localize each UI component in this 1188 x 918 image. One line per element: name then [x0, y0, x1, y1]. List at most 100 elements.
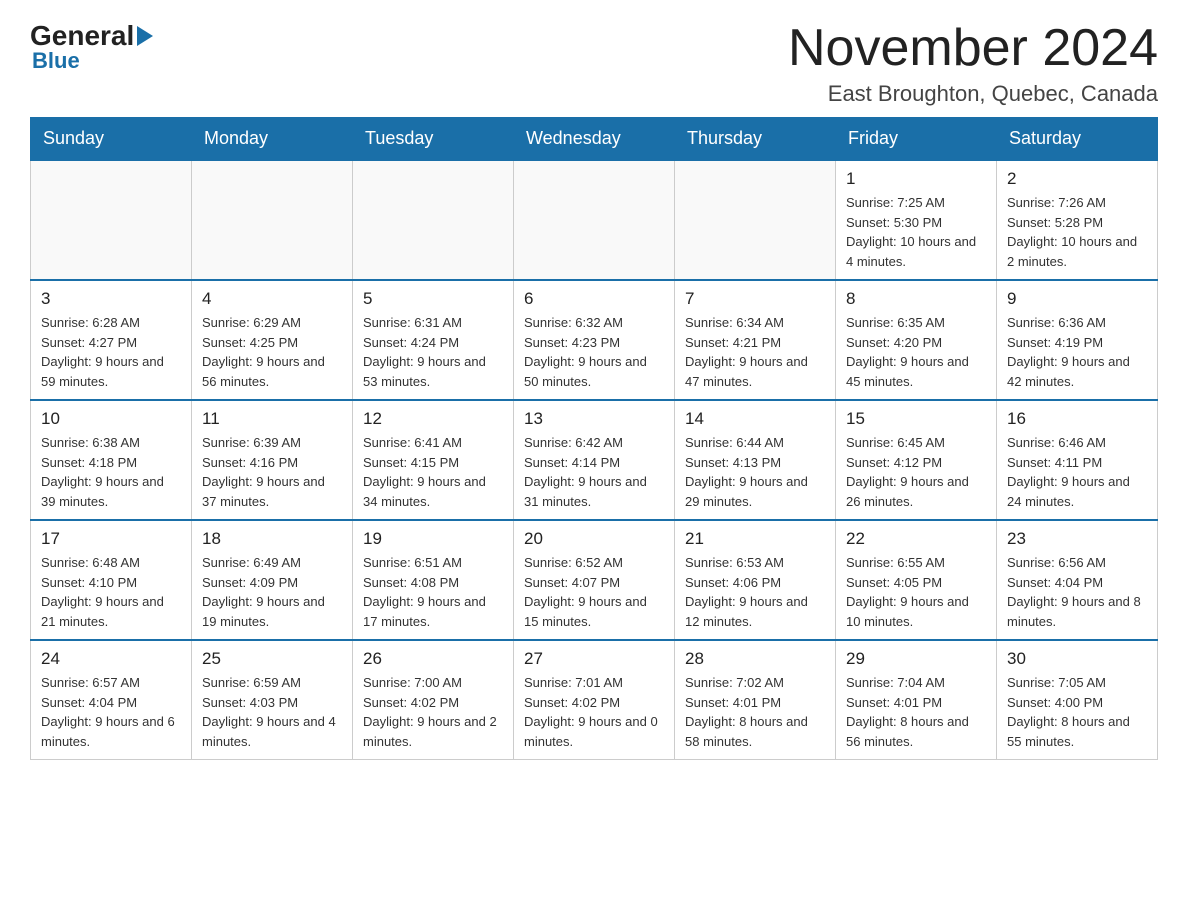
- week-row-4: 17 Sunrise: 6:48 AM Sunset: 4:10 PM Dayli…: [31, 520, 1158, 640]
- day-number: 15: [846, 409, 986, 429]
- calendar-cell: 11Sunrise: 6:39 AM Sunset: 4:16 PM Dayli…: [192, 400, 353, 520]
- calendar-cell: 2 Sunrise: 7:26 AM Sunset: 5:28 PM Daylig…: [997, 160, 1158, 280]
- day-number: 13: [524, 409, 664, 429]
- day-info: Sunrise: 6:38 AM Sunset: 4:18 PM Dayligh…: [41, 433, 181, 511]
- day-info: Sunrise: 7:26 AM Sunset: 5:28 PM Dayligh…: [1007, 193, 1147, 271]
- month-title: November 2024: [788, 20, 1158, 77]
- day-number: 20: [524, 529, 664, 549]
- day-number: 6: [524, 289, 664, 309]
- calendar-cell: [514, 160, 675, 280]
- day-info: Sunrise: 6:36 AM Sunset: 4:19 PM Dayligh…: [1007, 313, 1147, 391]
- day-info: Sunrise: 6:56 AM Sunset: 4:04 PM Dayligh…: [1007, 553, 1147, 631]
- location: East Broughton, Quebec, Canada: [788, 81, 1158, 107]
- day-info: Sunrise: 7:01 AM Sunset: 4:02 PM Dayligh…: [524, 673, 664, 751]
- calendar-cell: 27 Sunrise: 7:01 AM Sunset: 4:02 PM Dayli…: [514, 640, 675, 760]
- day-info: Sunrise: 6:31 AM Sunset: 4:24 PM Dayligh…: [363, 313, 503, 391]
- day-number: 12: [363, 409, 503, 429]
- calendar-cell: 20 Sunrise: 6:52 AM Sunset: 4:07 PM Dayli…: [514, 520, 675, 640]
- calendar-cell: [353, 160, 514, 280]
- day-number: 29: [846, 649, 986, 669]
- day-info: Sunrise: 6:48 AM Sunset: 4:10 PM Dayligh…: [41, 553, 181, 631]
- week-row-5: 24 Sunrise: 6:57 AM Sunset: 4:04 PM Dayli…: [31, 640, 1158, 760]
- day-number: 8: [846, 289, 986, 309]
- calendar-cell: 8 Sunrise: 6:35 AM Sunset: 4:20 PM Daylig…: [836, 280, 997, 400]
- calendar-cell: 13 Sunrise: 6:42 AM Sunset: 4:14 PM Dayli…: [514, 400, 675, 520]
- day-info: Sunrise: 6:34 AM Sunset: 4:21 PM Dayligh…: [685, 313, 825, 391]
- day-number: 7: [685, 289, 825, 309]
- calendar-cell: 3 Sunrise: 6:28 AM Sunset: 4:27 PM Daylig…: [31, 280, 192, 400]
- calendar-cell: 23 Sunrise: 6:56 AM Sunset: 4:04 PM Dayli…: [997, 520, 1158, 640]
- day-info: Sunrise: 6:55 AM Sunset: 4:05 PM Dayligh…: [846, 553, 986, 631]
- day-info: Sunrise: 7:02 AM Sunset: 4:01 PM Dayligh…: [685, 673, 825, 751]
- day-info: Sunrise: 6:28 AM Sunset: 4:27 PM Dayligh…: [41, 313, 181, 391]
- day-number: 2: [1007, 169, 1147, 189]
- day-info: Sunrise: 6:45 AM Sunset: 4:12 PM Dayligh…: [846, 433, 986, 511]
- calendar-cell: 18 Sunrise: 6:49 AM Sunset: 4:09 PM Dayli…: [192, 520, 353, 640]
- calendar-cell: 24 Sunrise: 6:57 AM Sunset: 4:04 PM Dayli…: [31, 640, 192, 760]
- calendar-cell: 26Sunrise: 7:00 AM Sunset: 4:02 PM Dayli…: [353, 640, 514, 760]
- day-info: Sunrise: 6:51 AM Sunset: 4:08 PM Dayligh…: [363, 553, 503, 631]
- day-number: 9: [1007, 289, 1147, 309]
- calendar-cell: 30 Sunrise: 7:05 AM Sunset: 4:00 PM Dayli…: [997, 640, 1158, 760]
- day-number: 14: [685, 409, 825, 429]
- day-number: 24: [41, 649, 181, 669]
- calendar-cell: 4Sunrise: 6:29 AM Sunset: 4:25 PM Daylig…: [192, 280, 353, 400]
- calendar-cell: 6 Sunrise: 6:32 AM Sunset: 4:23 PM Daylig…: [514, 280, 675, 400]
- calendar-table: SundayMondayTuesdayWednesdayThursdayFrid…: [30, 117, 1158, 760]
- day-info: Sunrise: 7:05 AM Sunset: 4:00 PM Dayligh…: [1007, 673, 1147, 751]
- calendar-cell: [31, 160, 192, 280]
- day-number: 18: [202, 529, 342, 549]
- day-info: Sunrise: 6:42 AM Sunset: 4:14 PM Dayligh…: [524, 433, 664, 511]
- week-row-1: 1Sunrise: 7:25 AM Sunset: 5:30 PM Daylig…: [31, 160, 1158, 280]
- calendar-cell: 22 Sunrise: 6:55 AM Sunset: 4:05 PM Dayli…: [836, 520, 997, 640]
- day-number: 23: [1007, 529, 1147, 549]
- calendar-cell: 1Sunrise: 7:25 AM Sunset: 5:30 PM Daylig…: [836, 160, 997, 280]
- day-number: 17: [41, 529, 181, 549]
- calendar-cell: 9 Sunrise: 6:36 AM Sunset: 4:19 PM Daylig…: [997, 280, 1158, 400]
- day-number: 25: [202, 649, 342, 669]
- calendar-cell: 25 Sunrise: 6:59 AM Sunset: 4:03 PM Dayli…: [192, 640, 353, 760]
- day-number: 19: [363, 529, 503, 549]
- calendar-header-row: SundayMondayTuesdayWednesdayThursdayFrid…: [31, 118, 1158, 161]
- day-info: Sunrise: 6:53 AM Sunset: 4:06 PM Dayligh…: [685, 553, 825, 631]
- column-header-monday: Monday: [192, 118, 353, 161]
- day-number: 27: [524, 649, 664, 669]
- calendar-cell: 7 Sunrise: 6:34 AM Sunset: 4:21 PM Daylig…: [675, 280, 836, 400]
- column-header-wednesday: Wednesday: [514, 118, 675, 161]
- column-header-sunday: Sunday: [31, 118, 192, 161]
- day-info: Sunrise: 6:39 AM Sunset: 4:16 PM Dayligh…: [202, 433, 342, 511]
- day-number: 22: [846, 529, 986, 549]
- calendar-cell: 10Sunrise: 6:38 AM Sunset: 4:18 PM Dayli…: [31, 400, 192, 520]
- day-info: Sunrise: 6:49 AM Sunset: 4:09 PM Dayligh…: [202, 553, 342, 631]
- day-info: Sunrise: 6:35 AM Sunset: 4:20 PM Dayligh…: [846, 313, 986, 391]
- calendar-cell: 5 Sunrise: 6:31 AM Sunset: 4:24 PM Daylig…: [353, 280, 514, 400]
- day-info: Sunrise: 6:32 AM Sunset: 4:23 PM Dayligh…: [524, 313, 664, 391]
- week-row-2: 3 Sunrise: 6:28 AM Sunset: 4:27 PM Daylig…: [31, 280, 1158, 400]
- day-info: Sunrise: 7:04 AM Sunset: 4:01 PM Dayligh…: [846, 673, 986, 751]
- day-number: 3: [41, 289, 181, 309]
- day-number: 30: [1007, 649, 1147, 669]
- calendar-cell: 15 Sunrise: 6:45 AM Sunset: 4:12 PM Dayli…: [836, 400, 997, 520]
- column-header-tuesday: Tuesday: [353, 118, 514, 161]
- day-info: Sunrise: 7:00 AM Sunset: 4:02 PM Dayligh…: [363, 673, 503, 751]
- day-number: 5: [363, 289, 503, 309]
- logo-blue: Blue: [32, 48, 80, 74]
- day-number: 28: [685, 649, 825, 669]
- day-info: Sunrise: 6:57 AM Sunset: 4:04 PM Dayligh…: [41, 673, 181, 751]
- day-info: Sunrise: 6:46 AM Sunset: 4:11 PM Dayligh…: [1007, 433, 1147, 511]
- calendar-cell: 14Sunrise: 6:44 AM Sunset: 4:13 PM Dayli…: [675, 400, 836, 520]
- day-info: Sunrise: 6:52 AM Sunset: 4:07 PM Dayligh…: [524, 553, 664, 631]
- day-info: Sunrise: 6:59 AM Sunset: 4:03 PM Dayligh…: [202, 673, 342, 751]
- calendar-cell: 12Sunrise: 6:41 AM Sunset: 4:15 PM Dayli…: [353, 400, 514, 520]
- day-number: 16: [1007, 409, 1147, 429]
- day-number: 4: [202, 289, 342, 309]
- column-header-saturday: Saturday: [997, 118, 1158, 161]
- column-header-thursday: Thursday: [675, 118, 836, 161]
- title-block: November 2024 East Broughton, Quebec, Ca…: [788, 20, 1158, 107]
- calendar-cell: [675, 160, 836, 280]
- logo: General Blue: [30, 20, 156, 74]
- calendar-cell: 28 Sunrise: 7:02 AM Sunset: 4:01 PM Dayli…: [675, 640, 836, 760]
- week-row-3: 10Sunrise: 6:38 AM Sunset: 4:18 PM Dayli…: [31, 400, 1158, 520]
- calendar-cell: 17 Sunrise: 6:48 AM Sunset: 4:10 PM Dayli…: [31, 520, 192, 640]
- column-header-friday: Friday: [836, 118, 997, 161]
